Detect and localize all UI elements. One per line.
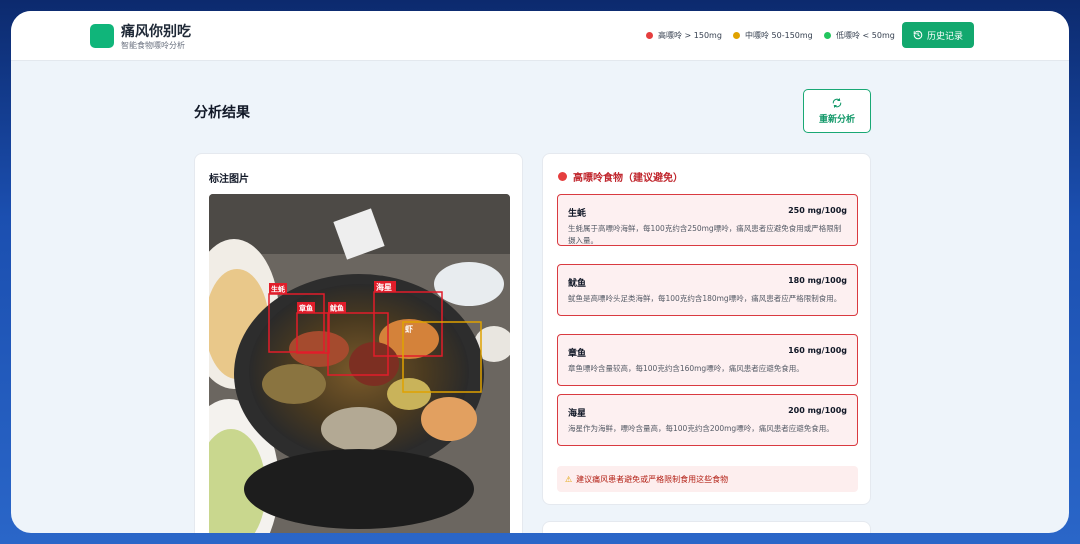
legend-high-dot	[646, 32, 653, 39]
food-name: 章鱼	[568, 349, 587, 359]
legend-medium-dot	[733, 32, 740, 39]
page-title: 分析结果	[194, 105, 250, 121]
warning-icon: ⚠	[565, 474, 573, 484]
bbox-label-octopus: 章鱼	[299, 304, 313, 313]
app-subtitle: 智能食物嘌呤分析	[121, 41, 185, 50]
bbox-label-squid: 鱿鱼	[330, 304, 344, 313]
food-name: 生蚝	[568, 209, 587, 219]
food-name: 鱿鱼	[568, 279, 587, 289]
refresh-icon	[832, 97, 842, 108]
app-window: 痛风你别吃 智能食物嘌呤分析 高嘌呤 > 150mg 中嘌呤 50-150mg …	[11, 11, 1069, 533]
food-item-oyster[interactable]: 生蚝 250 mg/100g 生蚝属于高嘌呤海鲜，每100克约含250mg嘌呤，…	[557, 194, 858, 246]
food-item-squid[interactable]: 鱿鱼 180 mg/100g 鱿鱼是高嘌呤头足类海鲜，每100克约含180mg嘌…	[557, 264, 858, 316]
food-description: 生蚝属于高嘌呤海鲜，每100克约含250mg嘌呤，痛风患者应避免食用或严格限制摄…	[568, 224, 842, 245]
legend-medium: 中嘌呤 50-150mg	[733, 30, 813, 41]
app-title: 痛风你别吃	[121, 24, 191, 40]
high-purine-card: 高嘌呤食物（建议避免） 生蚝 250 mg/100g 生蚝属于高嘌呤海鲜，每10…	[542, 153, 871, 505]
legend-high-label: 高嘌呤 > 150mg	[658, 31, 722, 40]
food-item-starfish[interactable]: 海星 200 mg/100g 海星作为海鲜，嘌呤含量高，每100克约含200mg…	[557, 394, 858, 446]
annotated-image-title: 标注图片	[209, 174, 249, 185]
annotated-photo[interactable]: 生蚝 章鱼 鱿鱼 海星 虾	[209, 194, 510, 533]
legend-high: 高嘌呤 > 150mg	[646, 30, 722, 41]
food-description: 鱿鱼是高嘌呤头足类海鲜，每100克约含180mg嘌呤，痛风患者应严格限制食用。	[568, 294, 842, 303]
bbox-label-shrimp: 虾	[405, 324, 413, 334]
food-purine-value: 160 mg/100g	[788, 346, 847, 355]
history-button-label: 历史记录	[926, 31, 963, 42]
history-button[interactable]: 历史记录	[902, 22, 974, 48]
warning-banner: ⚠ 建议痛风患者避免或严格限制食用这些食物	[557, 466, 858, 492]
high-purine-title: 高嘌呤食物（建议避免）	[558, 169, 683, 184]
annotated-image-card: 标注图片 生蚝 章鱼 鱿鱼 海星 虾	[194, 153, 523, 533]
high-purine-title-label: 高嘌呤食物（建议避免）	[573, 173, 683, 184]
history-icon	[913, 30, 923, 40]
food-purine-value: 250 mg/100g	[788, 206, 847, 215]
next-card	[542, 521, 871, 533]
legend-low: 低嘌呤 < 50mg	[824, 30, 895, 41]
food-purine-value: 180 mg/100g	[788, 276, 847, 285]
legend-low-label: 低嘌呤 < 50mg	[836, 31, 895, 40]
header: 痛风你别吃 智能食物嘌呤分析 高嘌呤 > 150mg 中嘌呤 50-150mg …	[11, 11, 1069, 61]
food-description: 海星作为海鲜，嘌呤含量高，每100克约含200mg嘌呤，痛风患者应避免食用。	[568, 424, 834, 433]
reanalyze-button-label: 重新分析	[818, 114, 855, 125]
warning-text: 建议痛风患者避免或严格限制食用这些食物	[576, 474, 729, 484]
bbox-label-starfish: 海星	[376, 282, 392, 292]
reanalyze-button[interactable]: 重新分析	[803, 89, 871, 133]
food-description: 章鱼嘌呤含量较高，每100克约含160mg嘌呤，痛风患者应避免食用。	[568, 364, 804, 373]
legend-low-dot	[824, 32, 831, 39]
high-purine-dot	[558, 172, 567, 181]
bbox-label-oyster: 生蚝	[271, 285, 285, 294]
food-name: 海星	[568, 409, 587, 419]
legend-medium-label: 中嘌呤 50-150mg	[745, 31, 813, 40]
food-purine-value: 200 mg/100g	[788, 406, 847, 415]
food-item-octopus[interactable]: 章鱼 160 mg/100g 章鱼嘌呤含量较高，每100克约含160mg嘌呤，痛…	[557, 334, 858, 386]
app-logo	[90, 24, 114, 48]
